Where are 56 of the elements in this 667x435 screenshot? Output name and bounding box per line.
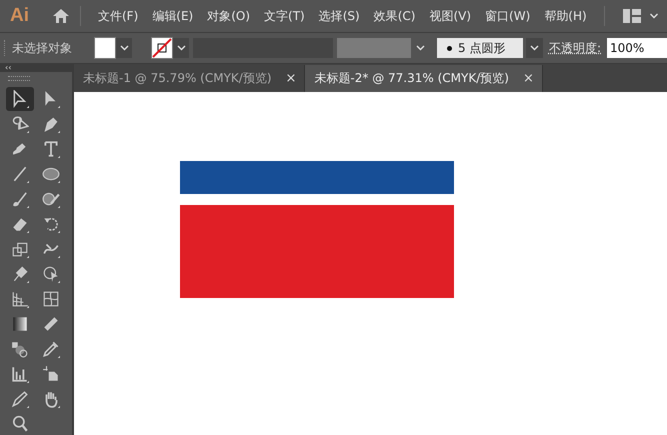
menu-item[interactable]: 文字(T): [257, 8, 312, 24]
menu-item[interactable]: 窗口(W): [478, 8, 538, 24]
menu-item[interactable]: 对象(O): [200, 8, 258, 24]
bar-chart-icon: [11, 365, 29, 383]
shape-builder-icon: [42, 265, 60, 283]
artboard-icon: [42, 365, 60, 383]
gradient-icon: [11, 315, 29, 333]
eyedropper-icon: [42, 340, 60, 358]
caret-icon: [416, 45, 426, 51]
caret-icon: [176, 45, 186, 51]
opacity-label[interactable]: 不透明度:: [548, 40, 602, 56]
pin-icon: [11, 265, 29, 283]
line-icon: [11, 165, 29, 183]
mesh-icon: [42, 290, 60, 308]
menu-item[interactable]: 视图(V): [422, 8, 478, 24]
ruler-icon: [42, 315, 60, 333]
scale-icon: [11, 240, 29, 258]
home-icon[interactable]: [52, 8, 70, 24]
menu-item[interactable]: 效果(C): [366, 8, 422, 24]
magnifier-icon: [11, 415, 29, 433]
blob-brush-icon: [42, 190, 60, 208]
fill-dropdown[interactable]: [116, 38, 132, 58]
stroke-dropdown[interactable]: [173, 38, 189, 58]
text-icon: [42, 140, 60, 158]
brush-dropdown-caret[interactable]: [526, 38, 543, 58]
close-tab-button[interactable]: ×: [286, 71, 296, 86]
document-tab[interactable]: 未标题-2* @ 77.31% (CMYK/预览) ×: [305, 65, 543, 92]
app-logo: Ai: [10, 5, 30, 27]
no-stroke-swatch[interactable]: [151, 37, 173, 59]
workspace-layout-icon[interactable]: [622, 9, 641, 23]
perspective-grid-icon: [11, 290, 29, 308]
variable-width-field[interactable]: [336, 38, 411, 58]
collapse-toggle[interactable]: ‹‹: [0, 64, 72, 72]
toolbar-grip[interactable]: [8, 76, 30, 80]
menu-item[interactable]: 选择(S): [312, 8, 367, 24]
arrow-icon: [11, 90, 29, 108]
lasso-icon: [11, 115, 29, 133]
caret-icon: [530, 45, 539, 51]
caret-icon[interactable]: [648, 13, 659, 19]
menu-item[interactable]: 编辑(E): [145, 8, 200, 24]
caret-icon: [120, 45, 128, 51]
selection-status: 未选择对象: [12, 40, 72, 56]
arrow-tool-button[interactable]: [6, 87, 34, 111]
rotate-icon: [42, 215, 60, 233]
close-tab-button[interactable]: ×: [522, 71, 534, 86]
menu-item[interactable]: 文件(F): [91, 8, 146, 24]
brush-dropdown[interactable]: 5 点圆形: [436, 38, 523, 58]
ellipse-icon: [42, 165, 60, 183]
tab-title: 未标题-1 @ 75.79% (CMYK/预览): [83, 70, 272, 87]
menu-item[interactable]: 帮助(H): [537, 8, 594, 24]
blend-icon: [11, 340, 29, 358]
fill-swatch[interactable]: [94, 37, 116, 59]
tab-title: 未标题-2* @ 77.31% (CMYK/预览): [314, 70, 509, 87]
brush-icon: [11, 190, 29, 208]
pen-icon: [42, 115, 60, 133]
opacity-field[interactable]: 100%: [607, 38, 667, 58]
